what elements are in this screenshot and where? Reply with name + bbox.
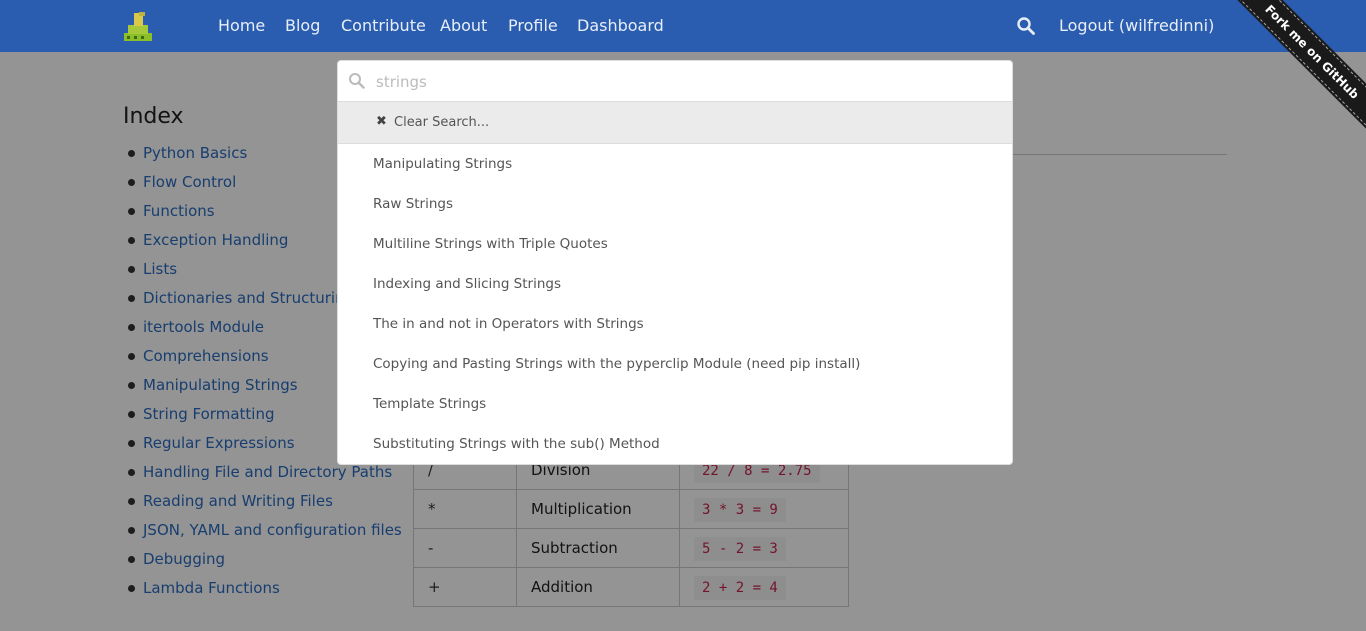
search-result-item[interactable]: Manipulating Strings [338,144,1012,184]
nav-home[interactable]: Home [218,16,265,35]
search-result-item[interactable]: Template Strings [338,384,1012,424]
nav-profile[interactable]: Profile [508,16,558,35]
search-result-item[interactable]: Copying and Pasting Strings with the pyp… [338,344,1012,384]
search-result-item[interactable]: Multiline Strings with Triple Quotes [338,224,1012,264]
logout-link[interactable]: Logout (wilfredinni) [1059,16,1214,35]
search-result-item[interactable]: Raw Strings [338,184,1012,224]
nav-contribute[interactable]: Contribute [341,16,426,35]
close-icon: ✖ [376,114,387,129]
search-result-item[interactable]: Indexing and Slicing Strings [338,264,1012,304]
search-bar [338,61,1012,102]
github-ribbon: Fork me on GitHub [1217,0,1366,149]
search-icon [349,73,365,89]
top-navbar: Home Blog Contribute About Profile Dashb… [0,0,1366,52]
python-logo-icon[interactable] [122,11,154,41]
search-result-item[interactable]: The in and not in Operators with Strings [338,304,1012,344]
search-results: Manipulating Strings Raw Strings Multili… [338,144,1012,464]
search-icon[interactable] [1016,16,1036,36]
nav-blog[interactable]: Blog [285,16,320,35]
fork-on-github-link[interactable]: Fork me on GitHub [1224,0,1366,140]
clear-search-button[interactable]: ✖ Clear Search... [338,102,1012,144]
search-result-item[interactable]: Substituting Strings with the sub() Meth… [338,424,1012,464]
clear-search-label: Clear Search... [394,115,490,130]
nav-dashboard[interactable]: Dashboard [577,16,664,35]
search-modal: ✖ Clear Search... Manipulating Strings R… [337,60,1013,465]
search-input[interactable] [374,69,998,95]
nav-about[interactable]: About [440,16,487,35]
